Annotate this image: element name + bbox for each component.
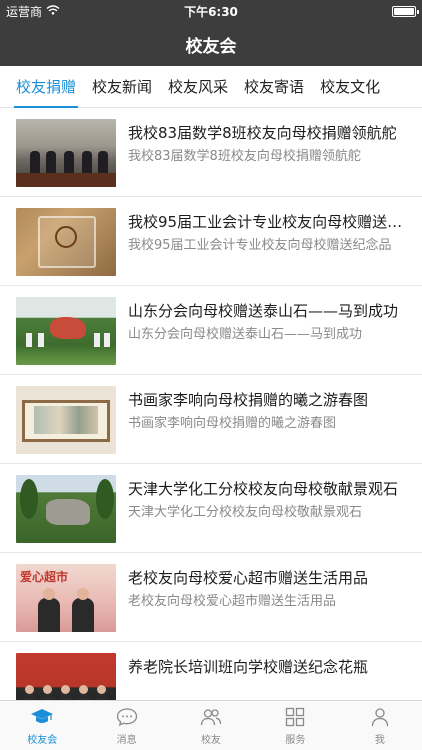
article-title: 书画家李响向母校捐赠的曦之游春图	[128, 391, 369, 409]
article-text: 养老院长培训班向学校赠送纪念花瓶	[128, 653, 406, 680]
status-right	[276, 5, 419, 17]
tab-donation[interactable]: 校友捐赠	[8, 66, 84, 108]
article-title: 天津大学化工分校校友向母校敬献景观石	[128, 480, 399, 498]
tab-messages[interactable]: 校友寄语	[236, 66, 312, 108]
bottom-tab-bar: 校友会 消息 校友 服务 我	[0, 700, 422, 750]
chat-bubble-icon	[116, 708, 137, 727]
carrier-label: 运营商	[6, 4, 43, 19]
tabbar-label: 消息	[116, 735, 137, 746]
tabbar-label: 校友会	[27, 735, 58, 746]
article-text: 我校83届数学8班校友向母校捐赠领航舵 我校83届数学8班校友向母校捐赠领航舵	[128, 119, 406, 168]
article-summary: 书画家李响向母校捐赠的曦之游春图	[128, 416, 337, 431]
article-title: 老校友向母校爱心超市赠送生活用品	[128, 569, 369, 587]
article-summary: 我校95届工业会计专业校友向母校赠送纪念品	[128, 238, 392, 253]
tab-news[interactable]: 校友新闻	[84, 66, 160, 108]
tabbar-messages[interactable]: 消息	[84, 701, 168, 750]
article-thumbnail	[16, 297, 116, 365]
battery-icon	[392, 5, 419, 17]
article-text: 老校友向母校爱心超市赠送生活用品 老校友向母校爱心超市赠送生活用品	[128, 564, 406, 613]
article-thumbnail	[16, 386, 116, 454]
thumbnail-sign-text: 爱心超市	[20, 570, 69, 584]
article-title: 我校83届数学8班校友向母校捐赠领航舵	[128, 124, 397, 142]
battery-level	[394, 7, 414, 15]
nav-bar: 校友会	[0, 22, 422, 66]
status-bar: 运营商 下午6:30	[0, 0, 422, 22]
article-title: 养老院长培训班向学校赠送纪念花瓶	[128, 658, 369, 676]
list-item[interactable]: 山东分会向母校赠送泰山石——马到成功 山东分会向母校赠送泰山石——马到成功	[0, 286, 422, 375]
article-summary: 天津大学化工分校校友向母校敬献景观石	[128, 505, 363, 520]
tabbar-label: 服务	[285, 735, 306, 746]
article-summary: 山东分会向母校赠送泰山石——马到成功	[128, 327, 363, 342]
graduation-cap-icon	[31, 709, 54, 723]
list-item[interactable]: 我校83届数学8班校友向母校捐赠领航舵 我校83届数学8班校友向母校捐赠领航舵	[0, 108, 422, 197]
category-tabs: 校友捐赠 校友新闻 校友风采 校友寄语 校友文化	[0, 66, 422, 108]
article-title: 山东分会向母校赠送泰山石——马到成功	[128, 302, 399, 320]
article-summary: 老校友向母校爱心超市赠送生活用品	[128, 594, 337, 609]
tabbar-alumni[interactable]: 校友	[169, 701, 253, 750]
article-text: 我校95届工业会计专业校友向母校赠送纪念品 我校95届工业会计专业校友向母校赠送…	[128, 208, 406, 257]
list-item[interactable]: 养老院长培训班向学校赠送纪念花瓶	[0, 642, 422, 700]
article-thumbnail: 爱心超市	[16, 564, 116, 632]
article-text: 天津大学化工分校校友向母校敬献景观石 天津大学化工分校校友向母校敬献景观石	[128, 475, 406, 524]
article-title: 我校95届工业会计专业校友向母校赠送纪念品	[128, 213, 406, 231]
tabbar-services[interactable]: 服务	[253, 701, 337, 750]
article-thumbnail	[16, 475, 116, 543]
article-text: 书画家李响向母校捐赠的曦之游春图 书画家李响向母校捐赠的曦之游春图	[128, 386, 406, 435]
list-item[interactable]: 爱心超市 老校友向母校爱心超市赠送生活用品 老校友向母校爱心超市赠送生活用品	[0, 553, 422, 642]
article-text: 山东分会向母校赠送泰山石——马到成功 山东分会向母校赠送泰山石——马到成功	[128, 297, 406, 346]
article-list: 我校83届数学8班校友向母校捐赠领航舵 我校83届数学8班校友向母校捐赠领航舵 …	[0, 108, 422, 700]
list-item[interactable]: 书画家李响向母校捐赠的曦之游春图 书画家李响向母校捐赠的曦之游春图	[0, 375, 422, 464]
tabbar-label: 我	[374, 735, 385, 746]
wifi-icon	[46, 4, 60, 18]
people-icon	[200, 709, 222, 726]
article-thumbnail	[16, 208, 116, 276]
tabbar-alumni-association[interactable]: 校友会	[0, 701, 84, 750]
tab-culture[interactable]: 校友文化	[312, 66, 388, 108]
article-summary: 我校83届数学8班校友向母校捐赠领航舵	[128, 149, 361, 164]
article-thumbnail	[16, 119, 116, 187]
status-left: 运营商	[6, 3, 146, 20]
tabbar-label: 校友	[201, 735, 222, 746]
grid-icon	[286, 707, 305, 727]
status-time: 下午6:30	[184, 4, 238, 19]
page-title: 校友会	[185, 36, 237, 57]
list-item[interactable]: 我校95届工业会计专业校友向母校赠送纪念品 我校95届工业会计专业校友向母校赠送…	[0, 197, 422, 286]
list-item[interactable]: 天津大学化工分校校友向母校敬献景观石 天津大学化工分校校友向母校敬献景观石	[0, 464, 422, 553]
tabbar-me[interactable]: 我	[338, 701, 422, 750]
tab-profiles[interactable]: 校友风采	[160, 66, 236, 108]
article-thumbnail	[16, 653, 116, 700]
person-icon	[371, 708, 388, 727]
